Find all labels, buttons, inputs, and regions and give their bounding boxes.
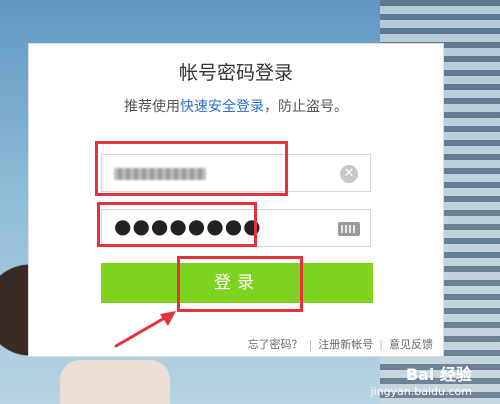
baidu-jingyan-watermark: Bai 经验 jingyan.baidu.com <box>370 361 472 398</box>
dialog-title: 帐号密码登录 <box>178 62 293 84</box>
register-link[interactable]: 注册新帐号 <box>318 338 373 351</box>
subtitle-suffix: ，防止盗号。 <box>264 99 348 115</box>
dialog-footer: 忘了密码？ | 注册新帐号 | 意见反馈 <box>248 336 433 352</box>
annotation-box-login-button <box>177 256 303 312</box>
annotation-arrow-icon <box>114 311 176 348</box>
subtitle-prefix: 推荐使用 <box>124 99 180 115</box>
person-arm <box>60 360 170 404</box>
watermark-url: jingyan.baidu.com <box>370 385 472 398</box>
footer-separator: | <box>308 338 313 351</box>
footer-separator: | <box>379 338 383 351</box>
feedback-link[interactable]: 意见反馈 <box>389 338 433 351</box>
quick-login-link[interactable]: 快速安全登录 <box>180 99 264 115</box>
annotation-box-username <box>95 141 288 196</box>
clear-icon[interactable]: ✕ <box>340 165 358 183</box>
keyboard-icon[interactable] <box>338 222 360 236</box>
forgot-password-link[interactable]: 忘了密码？ <box>248 338 303 351</box>
watermark-brand: Bai 经验 <box>405 365 472 384</box>
annotation-box-password <box>97 202 257 247</box>
dialog-subtitle: 推荐使用快速安全登录，防止盗号。 <box>29 96 443 116</box>
